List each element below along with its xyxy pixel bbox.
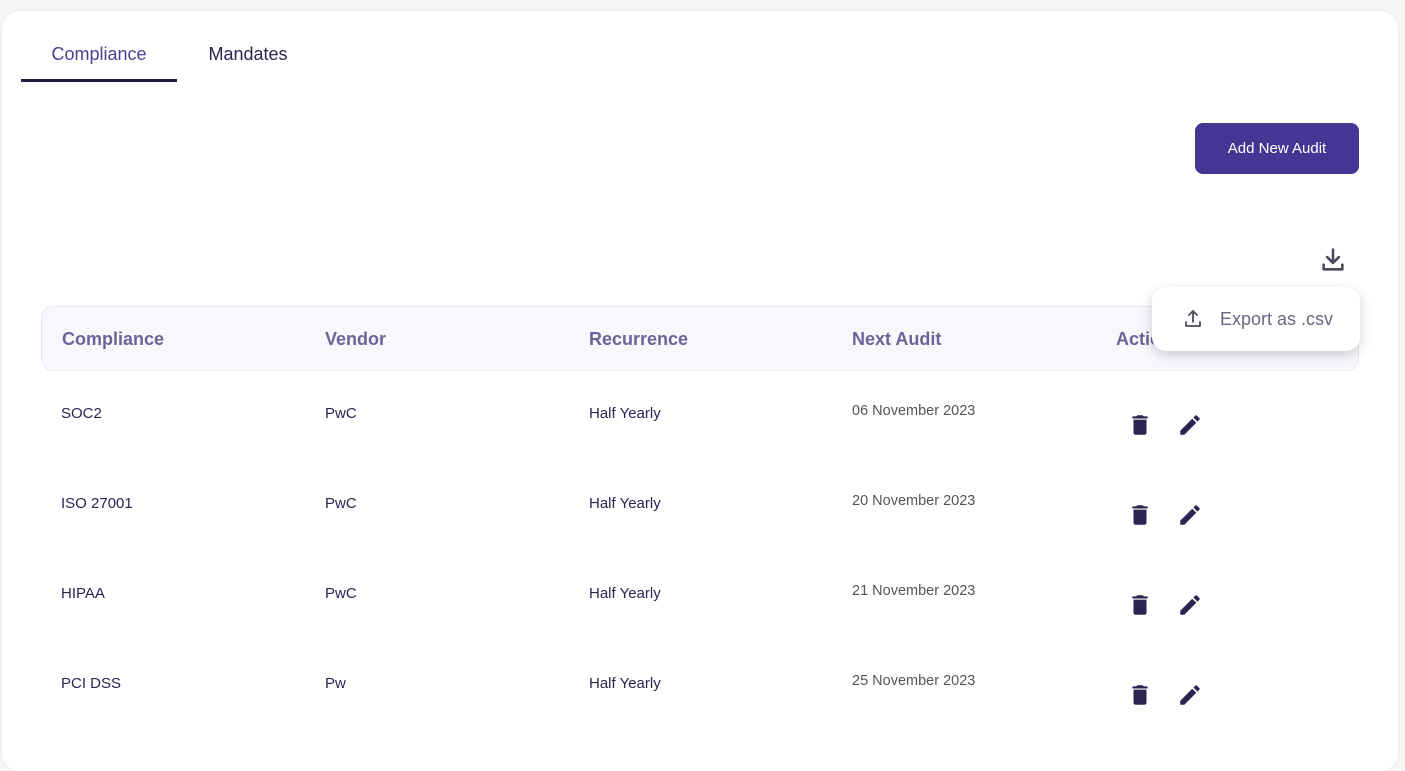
edit-icon[interactable]: [1177, 592, 1203, 618]
recurrence-cell: Half Yearly: [589, 585, 661, 602]
recurrence-cell: Half Yearly: [589, 405, 661, 422]
vendor-cell: PwC: [325, 405, 357, 422]
header-next-audit[interactable]: Next Audit: [852, 329, 941, 350]
compliance-cell: SOC2: [61, 405, 102, 422]
edit-icon[interactable]: [1177, 682, 1203, 708]
tab-bar: Compliance Mandates: [21, 34, 319, 84]
next-audit-cell: 25 November 2023: [852, 673, 976, 689]
compliance-cell: HIPAA: [61, 585, 105, 602]
export-csv-label: Export as .csv: [1220, 308, 1334, 329]
delete-icon[interactable]: [1127, 592, 1153, 618]
vendor-cell: PwC: [325, 495, 357, 512]
header-compliance[interactable]: Compliance: [62, 329, 164, 350]
delete-icon[interactable]: [1127, 412, 1153, 438]
compliance-cell: PCI DSS: [61, 675, 122, 692]
header-vendor[interactable]: Vendor: [325, 329, 386, 350]
add-new-audit-button[interactable]: Add New Audit: [1195, 123, 1359, 174]
compliance-cell: ISO 27001: [61, 495, 133, 512]
next-audit-cell: 21 November 2023: [852, 583, 976, 599]
tab-compliance[interactable]: Compliance: [21, 34, 177, 82]
vendor-cell: PwC: [325, 585, 357, 602]
tab-mandates[interactable]: Mandates: [177, 34, 319, 82]
download-icon[interactable]: [1319, 246, 1347, 274]
next-audit-cell: 06 November 2023: [852, 403, 976, 419]
upload-icon: [1181, 307, 1205, 331]
table-row: PCI DSS Pw Half Yearly 25 November 2023: [41, 651, 1359, 741]
delete-icon[interactable]: [1127, 682, 1153, 708]
export-csv-menu-item[interactable]: Export as .csv: [1152, 287, 1360, 351]
delete-icon[interactable]: [1127, 502, 1153, 528]
table-row: SOC2 PwC Half Yearly 06 November 2023: [41, 381, 1359, 471]
header-recurrence[interactable]: Recurrence: [589, 329, 688, 350]
table-row: ISO 27001 PwC Half Yearly 20 November 20…: [41, 471, 1359, 561]
edit-icon[interactable]: [1177, 502, 1203, 528]
recurrence-cell: Half Yearly: [589, 675, 661, 692]
table-row: HIPAA PwC Half Yearly 21 November 2023: [41, 561, 1359, 651]
recurrence-cell: Half Yearly: [589, 495, 661, 512]
edit-icon[interactable]: [1177, 412, 1203, 438]
next-audit-cell: 20 November 2023: [852, 493, 976, 509]
vendor-cell: Pw: [325, 675, 346, 692]
